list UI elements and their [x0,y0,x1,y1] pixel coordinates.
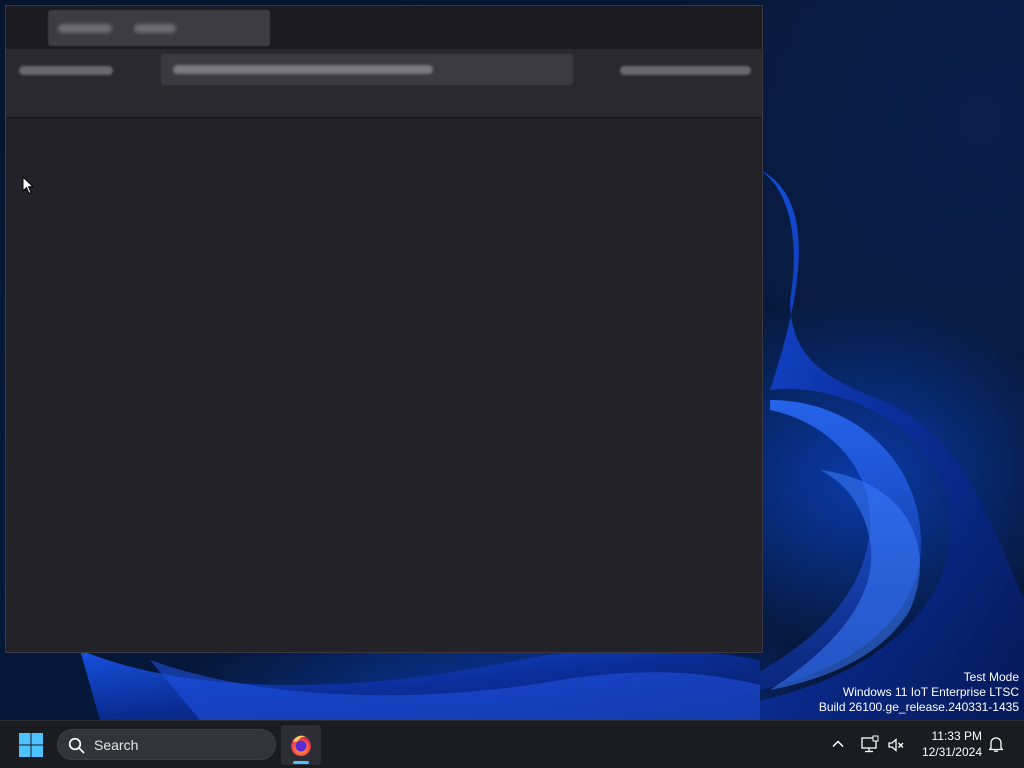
browser-tab[interactable] [48,10,270,46]
network-icon[interactable] [860,735,880,755]
firefox-icon [291,735,311,756]
search-label: Search [94,737,139,753]
taskbar: Search 11:33 PM 12/31/2024 [0,720,1024,768]
search-icon [68,737,85,754]
watermark-line-2: Windows 11 IoT Enterprise LTSC [842,685,1019,699]
browser-toolbar [6,49,762,118]
address-bar-placeholder [173,65,433,74]
clock-date: 12/31/2024 [921,745,982,759]
tab-title-placeholder [58,24,112,33]
test-mode-watermark: Test Mode Windows 11 IoT Enterprise LTSC… [819,670,1019,715]
taskbar-app-firefox[interactable] [281,725,321,765]
volume-muted-icon[interactable] [886,735,906,755]
browser-window [5,5,763,653]
tab-subtitle-placeholder [134,24,176,33]
watermark-line-1: Test Mode [963,670,1019,684]
mouse-cursor-icon [22,176,34,195]
chevron-up-icon[interactable] [829,735,847,753]
clock-time: 11:33 PM [931,729,982,743]
toolbar-right-placeholder [620,66,751,75]
address-bar[interactable] [161,54,573,85]
taskbar-search-box[interactable]: Search [57,729,276,760]
page-content-area[interactable] [6,118,762,652]
app-running-indicator [293,761,309,764]
windows-logo-icon[interactable] [17,731,45,759]
toolbar-left-placeholder [19,66,113,75]
taskbar-clock[interactable]: 11:33 PM 12/31/2024 [912,728,982,760]
watermark-line-3: Build 26100.ge_release.240331-1435 [818,700,1019,714]
window-titlebar[interactable] [6,6,762,49]
bell-icon[interactable] [987,735,1005,753]
